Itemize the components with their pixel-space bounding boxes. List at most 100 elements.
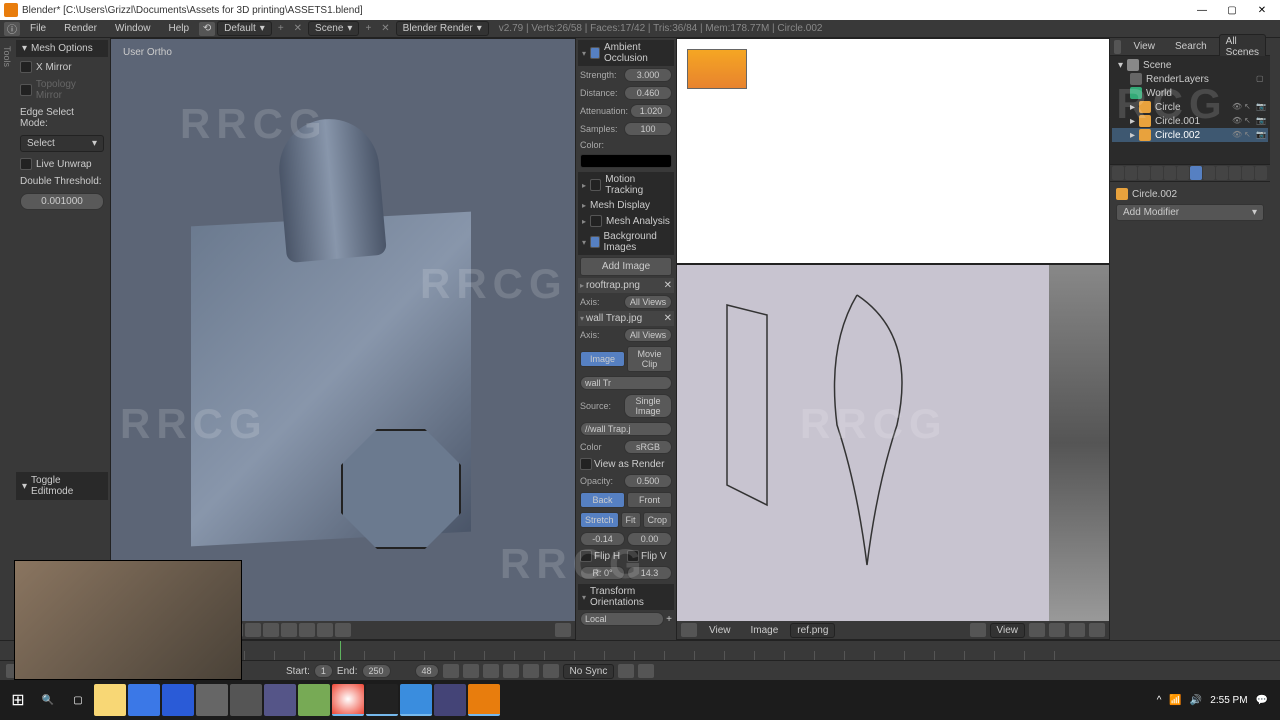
- bg2-movie-tab[interactable]: Movie Clip: [627, 346, 672, 372]
- bg1-axis-dropdown[interactable]: All Views: [624, 295, 672, 309]
- ao-color-swatch[interactable]: [580, 154, 672, 168]
- camera-icon[interactable]: 📷: [1256, 116, 1266, 126]
- app-icon-5[interactable]: [400, 684, 432, 716]
- prop-tab-data-icon[interactable]: [1203, 166, 1215, 180]
- bg2-y-field[interactable]: 0.00: [627, 532, 672, 546]
- last-operator-header[interactable]: ▾Toggle Editmode: [16, 472, 108, 500]
- bg2-crop-button[interactable]: Crop: [643, 512, 673, 528]
- layers-icon[interactable]: [263, 623, 279, 637]
- bg-image-1-remove-icon[interactable]: ✕: [664, 280, 672, 291]
- outliner-view-menu[interactable]: View: [1125, 39, 1163, 54]
- img-image-menu[interactable]: Image: [743, 623, 787, 638]
- bg2-stretch-button[interactable]: Stretch: [580, 512, 619, 528]
- eye-icon[interactable]: 👁: [1232, 130, 1242, 140]
- proportional-edit-icon[interactable]: [281, 623, 297, 637]
- scene-dropdown[interactable]: Scene▾: [308, 21, 359, 36]
- render-engine-dropdown[interactable]: Blender Render▾: [396, 21, 489, 36]
- img-pivot-icon[interactable]: [970, 623, 986, 637]
- sync-mode-dropdown[interactable]: No Sync: [563, 664, 615, 679]
- keying-set-icon[interactable]: [638, 664, 654, 678]
- screen-layout-dropdown[interactable]: Default▾: [217, 21, 272, 36]
- bg2-front-button[interactable]: Front: [627, 492, 672, 508]
- tree-circle-002[interactable]: ▸ Circle.002👁↖📷: [1112, 128, 1268, 142]
- mesh-options-header[interactable]: ▾Mesh Options: [16, 40, 108, 57]
- mesh-analysis-header[interactable]: ▸Mesh Analysis: [578, 213, 674, 229]
- delete-screen-button[interactable]: ✕: [290, 23, 306, 34]
- auto-keyframe-icon[interactable]: [618, 664, 634, 678]
- app-icon-6[interactable]: [434, 684, 466, 716]
- tree-circle-001[interactable]: ▸ Circle.001👁↖📷: [1112, 114, 1268, 128]
- img-datablock[interactable]: ref.png: [790, 623, 835, 638]
- current-frame-field[interactable]: 48: [415, 664, 439, 678]
- maximize-button[interactable]: ▢: [1218, 1, 1246, 19]
- img-channel-a-icon[interactable]: [1089, 623, 1105, 637]
- photoshop-icon[interactable]: [162, 684, 194, 716]
- task-view-icon[interactable]: ▢: [64, 686, 92, 714]
- file-explorer-icon[interactable]: [94, 684, 126, 716]
- img-view-menu[interactable]: View: [701, 623, 739, 638]
- tray-clock[interactable]: 2:55 PM: [1210, 695, 1247, 706]
- start-frame-field[interactable]: 1: [314, 664, 333, 678]
- renderlayers-toggle-icon[interactable]: ▢: [1256, 74, 1266, 84]
- prop-tab-world-icon[interactable]: [1151, 166, 1163, 180]
- keyframe-next-icon[interactable]: [523, 664, 539, 678]
- add-orientation-icon[interactable]: +: [666, 614, 672, 625]
- back-to-previous-icon[interactable]: ⟲: [199, 22, 215, 36]
- delete-scene-button[interactable]: ✕: [377, 23, 393, 34]
- prop-tab-material-icon[interactable]: [1216, 166, 1228, 180]
- motion-tracking-header[interactable]: ▸Motion Tracking: [578, 172, 674, 198]
- jump-start-icon[interactable]: [443, 664, 459, 678]
- add-scene-button[interactable]: +: [361, 23, 375, 34]
- play-icon[interactable]: [503, 664, 519, 678]
- app-icon-2[interactable]: [230, 684, 262, 716]
- tray-network-icon[interactable]: 📶: [1169, 695, 1181, 706]
- eye-icon[interactable]: 👁: [1232, 116, 1242, 126]
- search-icon[interactable]: 🔍: [34, 686, 62, 714]
- prop-tab-constraints-icon[interactable]: [1177, 166, 1189, 180]
- edge-icon[interactable]: [128, 684, 160, 716]
- cursor-icon[interactable]: ↖: [1244, 130, 1254, 140]
- double-threshold-field[interactable]: 0.001000: [20, 193, 104, 210]
- edge-select-dropdown[interactable]: Select▾: [20, 135, 104, 152]
- menu-window[interactable]: Window: [107, 21, 159, 36]
- add-screen-button[interactable]: +: [274, 23, 288, 34]
- bg2-flip-h-checkbox[interactable]: [580, 550, 592, 562]
- tree-circle[interactable]: ▸ Circle👁↖📷: [1112, 100, 1268, 114]
- bg2-fit-button[interactable]: Fit: [621, 512, 641, 528]
- minimize-button[interactable]: —: [1188, 1, 1216, 19]
- info-editor-icon[interactable]: ⓘ: [4, 22, 20, 36]
- bg-image-1-name[interactable]: rooftrap.png: [586, 280, 662, 291]
- bg2-image-tab[interactable]: Image: [580, 351, 625, 367]
- bg2-opacity-field[interactable]: 0.500: [624, 474, 672, 488]
- cursor-icon[interactable]: ↖: [1244, 102, 1254, 112]
- prop-tab-render-icon[interactable]: [1112, 166, 1124, 180]
- ao-strength-field[interactable]: 3.000: [624, 68, 672, 82]
- ao-attenuation-field[interactable]: 1.020: [630, 104, 672, 118]
- bg-images-header[interactable]: ▾Background Images: [578, 229, 674, 255]
- bg2-size-field[interactable]: 14.3: [627, 566, 672, 580]
- image-editor-bottom[interactable]: View Image ref.png View: [676, 264, 1110, 640]
- prop-tab-modifiers-icon[interactable]: [1190, 166, 1202, 180]
- app-icon-4[interactable]: [298, 684, 330, 716]
- prop-tab-scene-icon[interactable]: [1138, 166, 1150, 180]
- end-frame-field[interactable]: 250: [362, 664, 391, 678]
- tree-scene[interactable]: ▾ Scene: [1112, 58, 1268, 72]
- tab-tools[interactable]: Tools: [0, 42, 14, 636]
- camera-icon[interactable]: 📷: [1256, 102, 1266, 112]
- bg2-back-button[interactable]: Back: [580, 492, 625, 508]
- ao-enable-checkbox[interactable]: [590, 47, 600, 59]
- bg2-colorspace-dropdown[interactable]: sRGB: [624, 440, 672, 454]
- app-icon-3[interactable]: [264, 684, 296, 716]
- menu-help[interactable]: Help: [161, 21, 198, 36]
- snap-icon[interactable]: [299, 623, 315, 637]
- bg2-x-field[interactable]: -0.14: [580, 532, 625, 546]
- bg2-view-as-render-checkbox[interactable]: [580, 458, 592, 470]
- transform-orientations-header[interactable]: ▾Transform Orientations: [578, 584, 674, 610]
- prop-tab-object-icon[interactable]: [1164, 166, 1176, 180]
- img-view-dropdown[interactable]: View: [990, 623, 1026, 638]
- tray-notifications-icon[interactable]: 💬: [1256, 695, 1268, 706]
- tray-volume-icon[interactable]: 🔊: [1190, 695, 1202, 706]
- prop-tab-renderlayers-icon[interactable]: [1125, 166, 1137, 180]
- add-modifier-button[interactable]: Add Modifier▾: [1116, 204, 1264, 221]
- image-editor-top[interactable]: [676, 38, 1110, 264]
